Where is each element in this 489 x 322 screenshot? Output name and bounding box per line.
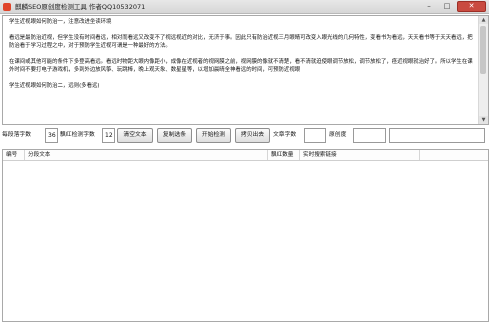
column-header-number[interactable]: 编号	[3, 150, 25, 160]
article-chars-field[interactable]	[304, 128, 326, 143]
scroll-down-icon[interactable]: ▼	[479, 116, 488, 124]
column-header-red-count[interactable]: 飘红数量	[268, 150, 300, 160]
paragraph-3: 在课间或其他可能的条件下多登高看远。看远时物距大眼内像距小，成像在近视者的视网膜…	[9, 59, 473, 73]
vertical-scrollbar[interactable]: ▲ ▼	[478, 16, 488, 124]
clear-text-button[interactable]: 清空文本	[117, 128, 153, 143]
start-check-button[interactable]: 开始检测	[196, 128, 231, 143]
input-text-area[interactable]: 学生近视眼如何防治一，注意改进坐读环境 看远是最防治近视，但学生没有时间看远，相…	[2, 15, 489, 125]
close-button[interactable]: ✕	[457, 1, 486, 12]
app-icon	[3, 3, 11, 11]
extra-output-field[interactable]	[389, 128, 485, 143]
originality-label: 原创度	[329, 132, 347, 138]
copy-results-button[interactable]: 复制选条	[157, 128, 192, 143]
paragraph-2: 看远是最防治近视，但学生没有时间看远，相对而看远又改变不了视远视近的对比，无济于…	[9, 35, 473, 49]
scroll-thumb[interactable]	[480, 26, 486, 74]
minimize-button[interactable]: –	[421, 1, 437, 12]
table-header: 编号 分段文本 飘红数量 实时搜索链接	[3, 150, 488, 161]
paragraph-4: 学生近视眼如何防治二，远则(多看远)	[9, 83, 100, 90]
red-chars-input[interactable]: 12	[102, 128, 115, 143]
column-header-segment-text[interactable]: 分段文本	[25, 150, 268, 160]
originality-field[interactable]	[353, 128, 386, 143]
copy-output-button[interactable]: 拷贝出去	[235, 128, 270, 143]
control-bar: 每段落字数 36 飘红检测字数 12 清空文本 复制选条 开始检测 拷贝出去 文…	[0, 125, 489, 147]
title-bar: 麒麟SEO原创度检测工具 作者QQ10532071 – □ ✕	[0, 0, 489, 14]
window-title: 麒麟SEO原创度检测工具 作者QQ10532071	[15, 3, 146, 11]
paragraph-1: 学生近视眼如何防治一，注意改进坐读环境	[9, 19, 112, 25]
results-table[interactable]: 编号 分段文本 飘红数量 实时搜索链接	[2, 149, 489, 322]
paragraph-chars-input[interactable]: 36	[45, 128, 58, 143]
column-header-search-link[interactable]: 实时搜索链接	[300, 150, 420, 160]
article-chars-label: 文章字数	[273, 132, 297, 138]
paragraph-chars-label: 每段落字数	[2, 132, 31, 138]
red-chars-label: 飘红检测字数	[60, 132, 95, 138]
maximize-button[interactable]: □	[439, 1, 455, 12]
text-content: 学生近视眼如何防治一，注意改进坐读环境 看远是最防治近视，但学生没有时间看远，相…	[9, 19, 475, 90]
scroll-up-icon[interactable]: ▲	[479, 16, 488, 24]
